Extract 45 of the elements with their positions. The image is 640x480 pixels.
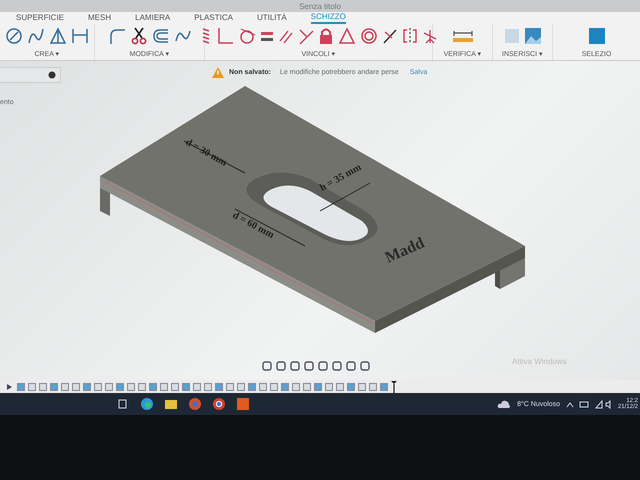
tangent-icon[interactable] [238,27,256,45]
lock-icon[interactable] [318,27,334,45]
triangle-icon[interactable] [338,27,356,45]
ribbon-tab[interactable]: UTILITÀ [256,13,287,23]
view-tool-icon[interactable] [318,361,329,371]
view-tool-icon[interactable] [262,361,273,371]
ribbon-tab[interactable]: LAMIERA [135,13,170,23]
view-tool-icon[interactable] [304,361,315,371]
dimension-label: d = 30 mm [184,137,229,169]
view-tool-icon[interactable] [360,361,371,371]
ribbon-tab[interactable]: SUPERFICIE [16,13,64,23]
browser-icon[interactable] [140,397,154,411]
fillet-icon[interactable] [108,27,126,45]
select-icon[interactable] [588,27,606,45]
cloud-icon [497,400,512,408]
midpoint-icon[interactable] [382,27,398,45]
symmetry-icon[interactable] [402,27,418,45]
scissors-icon[interactable] [130,27,148,45]
play-icon[interactable] [6,382,14,390]
circle-icon[interactable] [5,27,23,45]
spline-icon[interactable] [27,27,45,45]
window-title: Senza titolo [299,2,341,10]
folder-icon[interactable] [164,398,178,410]
ribbon-tab[interactable]: MESH [88,13,112,23]
fix-icon[interactable] [422,27,438,45]
engraved-text: Madd [382,234,427,267]
offset-icon[interactable] [152,27,170,45]
timeline-marker-icon[interactable] [391,380,397,392]
angle-icon[interactable] [298,27,314,45]
app-icon[interactable] [236,397,250,411]
concentric-icon[interactable] [360,27,378,45]
dimension-icon[interactable] [71,27,89,45]
view-tool-icon[interactable] [290,361,301,371]
tray-icons[interactable] [566,400,612,408]
browser-icon[interactable] [212,397,226,411]
dimension-label: h = 35 mm [318,162,364,194]
ribbon-tab[interactable]: PLASTICA [194,13,233,23]
view-tool-icon[interactable] [276,361,287,371]
warning-icon [212,67,224,78]
view-tool-icon[interactable] [332,361,343,371]
triangle-icon[interactable] [49,27,67,45]
image-icon[interactable] [524,27,542,45]
dimension-label: d = 60 mm [230,210,276,241]
perpendicular-icon[interactable] [216,27,234,45]
view-tool-icon[interactable] [346,361,357,371]
